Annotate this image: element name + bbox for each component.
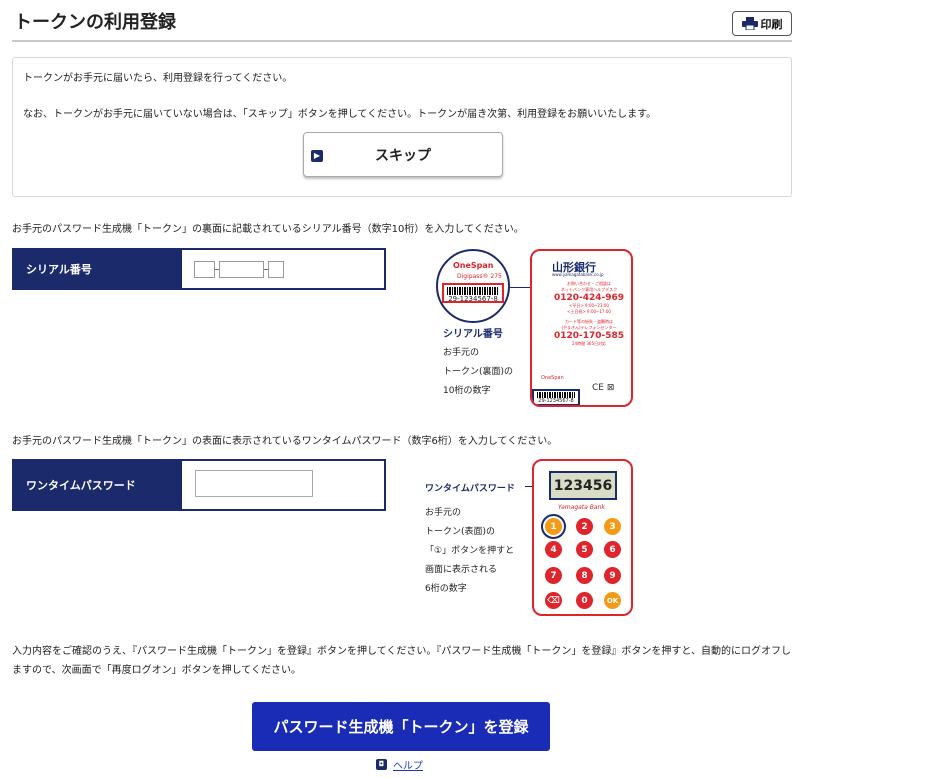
onespan-logo: OneSpan: [453, 261, 494, 270]
serial-barcode-box: 29-1234567-8: [532, 389, 580, 405]
hours: <土日祝> 9:00~17:00: [567, 309, 611, 314]
phone-number: 0120-424-969: [553, 293, 625, 303]
ce-mark-icon: CE ⊠: [592, 383, 615, 393]
key-0: 0: [576, 592, 593, 609]
serial-sample: 29-1234567-8: [538, 398, 574, 404]
printer-icon: [741, 17, 758, 30]
onespan-logo: OneSpan: [541, 375, 564, 381]
notice-text: なお、トークンがお手元に届いていない場合は、「スキップ」ボタンを押してください。…: [23, 109, 657, 120]
serial-sample: 29-1234567-8: [448, 295, 498, 303]
serial-row: シリアル番号: [12, 248, 386, 290]
otp-caption: お手元の トークン(表面)の 「①」ボタンを押すと 画面に表示される 6桁の数字: [425, 504, 514, 599]
serial-input-1[interactable]: [194, 261, 215, 278]
key-2: 2: [576, 518, 593, 535]
print-button[interactable]: 印刷: [732, 11, 792, 36]
bank-url: www.yamagatabank.co.jp: [552, 272, 604, 277]
caption-line: 10桁の数字: [443, 386, 491, 396]
notice-box: トークンがお手元に届いたら、利用登録を行ってください。 なお、トークンがお手元に…: [12, 57, 792, 197]
key-7: 7: [545, 567, 562, 584]
caption-line: 画面に表示される: [425, 565, 498, 575]
serial-caption-title: シリアル番号: [443, 329, 503, 340]
key-5: 5: [576, 541, 593, 558]
print-label: 印刷: [760, 17, 783, 31]
serial-label: シリアル番号: [14, 250, 182, 288]
arrow-right-icon: ▶: [311, 150, 323, 162]
serial-magnifier: OneSpan Digipass® 275 29-1234567-8: [436, 249, 510, 323]
help-label[interactable]: ヘルプ: [393, 757, 423, 772]
serial-input-3[interactable]: [268, 261, 284, 278]
help-icon: ◘: [376, 759, 387, 770]
serial-instruction: お手元のパスワード生成機「トークン」の裏面に記載されているシリアル番号（数字10…: [12, 224, 524, 235]
caption-line: 6桁の数字: [425, 584, 467, 594]
final-instruction: 入力内容をご確認のうえ、『パスワード生成機「トークン」を登録』ボタンを押してくだ…: [12, 646, 791, 676]
serial-barcode-box: 29-1234567-8: [442, 283, 504, 303]
caption-line: 「①」ボタンを押すと: [425, 546, 515, 556]
page-title: トークンの利用登録: [14, 12, 176, 33]
otp-input[interactable]: [195, 470, 313, 497]
otp-row: ワンタイムパスワード: [12, 459, 386, 511]
token-back-image: 山形銀行 www.yamagatabank.co.jp お問い合わせ・ご相談は …: [530, 249, 633, 407]
key-4: 4: [545, 541, 562, 558]
otp-label: ワンタイムパスワード: [14, 461, 182, 509]
caption-line: お手元の: [443, 348, 480, 358]
key-1: 1: [541, 514, 566, 539]
token-display: 123456: [549, 471, 617, 500]
otp-caption-title: ワンタイムパスワード: [425, 484, 515, 494]
phone-number: 0120-170-585: [553, 331, 625, 341]
bank-logo: Yamagata Bank: [558, 504, 605, 511]
serial-caption: お手元の トークン(裏面)の 10桁の数字: [443, 344, 513, 401]
hours: 24時間 365日対応: [572, 341, 606, 346]
contact-info: お問い合わせ・ご相談は ネットバンク専用ヘルプデスク 0120-424-969 …: [551, 281, 627, 347]
token-front-image: 123456 Yamagata Bank 1 2 3 4 5 6 7 8 9 ⌫…: [532, 459, 633, 616]
skip-button[interactable]: ▶ スキップ: [303, 132, 503, 177]
key-8: 8: [576, 567, 593, 584]
title-divider: [12, 40, 792, 42]
register-token-button[interactable]: パスワード生成機「トークン」を登録: [252, 702, 550, 751]
notice-text: トークンがお手元に届いたら、利用登録を行ってください。: [23, 73, 293, 84]
key-3: 3: [604, 518, 621, 535]
caption-line: トークン(裏面)の: [443, 367, 514, 377]
model-name: Digipass® 275: [457, 273, 502, 280]
key-backspace-icon: ⌫: [545, 592, 562, 609]
serial-inputs: [194, 261, 284, 278]
key-9: 9: [604, 567, 621, 584]
caption-line: トークン(表面)の: [425, 527, 496, 537]
key-ok: OK: [604, 592, 621, 609]
barcode: [447, 287, 499, 295]
help-link[interactable]: ◘ ヘルプ: [376, 757, 423, 772]
serial-input-2[interactable]: [219, 261, 264, 278]
key-6: 6: [604, 541, 621, 558]
caption-line: お手元の: [425, 508, 462, 518]
otp-instruction: お手元のパスワード生成機「トークン」の表面に表示されているワンタイムパスワード（…: [12, 436, 558, 447]
skip-label: スキップ: [375, 147, 431, 164]
